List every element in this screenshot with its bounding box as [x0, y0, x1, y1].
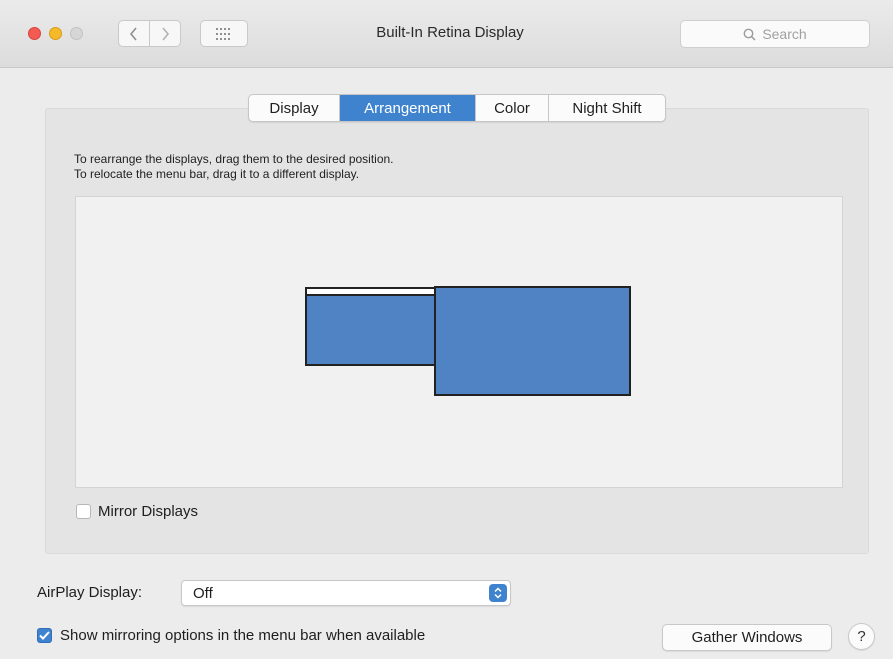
search-icon	[743, 28, 756, 41]
tab-night-shift[interactable]: Night Shift	[549, 95, 665, 121]
chevron-left-icon	[129, 26, 137, 41]
window-title: Built-In Retina Display	[376, 24, 524, 41]
forward-button[interactable]	[149, 20, 181, 47]
tab-color[interactable]: Color	[476, 95, 549, 121]
popup-arrows-icon	[489, 584, 507, 602]
display-thumbnail-main[interactable]	[434, 286, 631, 396]
mirror-displays-label: Mirror Displays	[98, 503, 199, 520]
minimize-window-button[interactable]	[49, 27, 62, 40]
show-mirroring-checkbox[interactable]	[37, 628, 52, 643]
menu-bar-handle[interactable]	[307, 289, 434, 296]
instruction-line-2: To relocate the menu bar, drag it to a d…	[74, 167, 360, 181]
mirror-displays-checkbox[interactable]	[76, 504, 91, 519]
gather-windows-button[interactable]: Gather Windows	[662, 624, 832, 651]
grid-icon	[216, 27, 230, 40]
arrangement-instructions: To rearrange the displays, drag them to …	[74, 152, 394, 182]
tab-bar: Display Arrangement Color Night Shift	[248, 94, 666, 122]
airplay-display-label: AirPlay Display:	[37, 584, 143, 601]
show-all-button[interactable]	[200, 20, 248, 47]
search-placeholder: Search	[762, 26, 807, 42]
instruction-line-1: To rearrange the displays, drag them to …	[74, 152, 394, 166]
display-thumbnail-secondary[interactable]	[305, 287, 436, 366]
zoom-window-button[interactable]	[70, 27, 83, 40]
airplay-display-popup[interactable]: Off	[181, 580, 511, 606]
show-mirroring-label: Show mirroring options in the menu bar w…	[60, 627, 426, 644]
search-field[interactable]: Search	[680, 20, 870, 48]
airplay-display-value: Off	[193, 585, 213, 602]
preferences-window: Built-In Retina Display Search Display A…	[0, 0, 893, 659]
tab-arrangement[interactable]: Arrangement	[340, 95, 476, 121]
chevron-right-icon	[162, 26, 170, 41]
back-button[interactable]	[118, 20, 150, 47]
checkmark-icon	[39, 631, 50, 640]
close-window-button[interactable]	[28, 27, 41, 40]
title-bar: Built-In Retina Display Search	[0, 0, 893, 68]
tab-display[interactable]: Display	[249, 95, 340, 121]
help-button[interactable]: ?	[848, 623, 875, 650]
